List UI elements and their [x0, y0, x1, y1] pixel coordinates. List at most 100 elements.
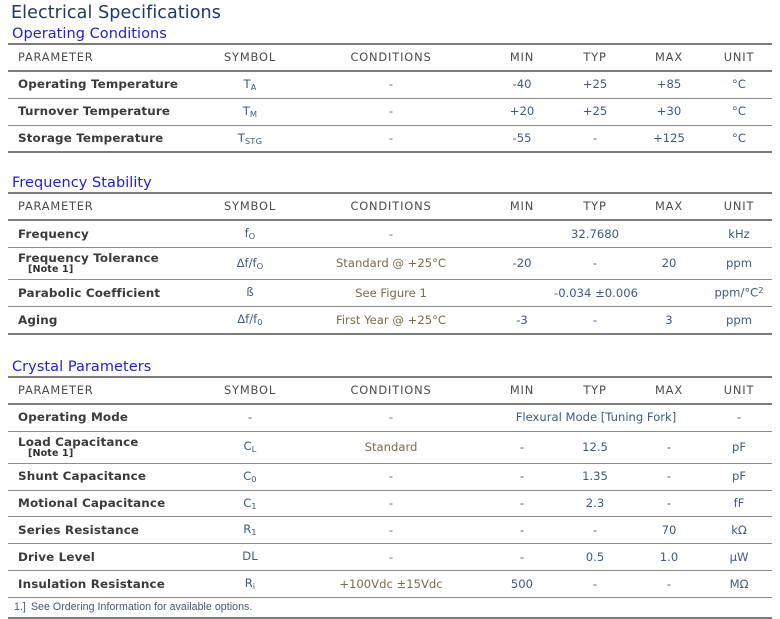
column-header-symbol: SYMBOL — [204, 375, 296, 405]
symbol-subscript: A — [250, 81, 257, 92]
column-header-conditions: CONDITIONS — [296, 375, 486, 405]
cell-symbol: Δf/f0 — [204, 306, 296, 335]
symbol-subscript: L — [251, 444, 257, 455]
cell-symbol: DL — [204, 543, 296, 572]
symbol-subscript: 1 — [251, 500, 257, 511]
cell-unit: °C — [706, 125, 772, 154]
symbol-base: R — [244, 576, 253, 591]
cell-symbol: ß — [204, 279, 296, 308]
cell-parameter: Turnover Temperature — [8, 98, 204, 126]
column-header-symbol: SYMBOL — [204, 43, 296, 72]
cell-max — [632, 220, 706, 249]
cell-conditions: - — [296, 543, 486, 572]
column-header-unit: UNIT — [706, 375, 772, 405]
column-header-min: MIN — [486, 43, 558, 72]
cell-unit: kΩ — [706, 516, 772, 545]
cell-unit: - — [706, 403, 772, 432]
cell-unit: °C — [706, 71, 772, 99]
symbol-base: T — [243, 77, 251, 91]
cell-parameter: Frequency — [8, 220, 204, 249]
cell-parameter: Frequency Tolerance [Note 1] — [8, 247, 204, 281]
cell-conditions: - — [296, 490, 486, 518]
cell-typ: - — [558, 125, 632, 154]
table-row: Series Resistance R1 - - - 70 kΩ — [8, 516, 772, 545]
cell-unit: fF — [706, 490, 772, 518]
table-row: Operating Temperature TA - -40 +25 +85 °… — [8, 71, 772, 99]
cell-conditions: - — [296, 98, 486, 126]
cell-typ: - — [558, 247, 632, 281]
column-header-max: MAX — [632, 375, 706, 405]
cell-parameter: Drive Level — [8, 543, 204, 572]
cell-conditions: - — [296, 71, 486, 99]
cell-min: - — [486, 490, 558, 518]
table-row: Frequency Tolerance [Note 1] Δf/fO Stand… — [8, 247, 772, 281]
cell-max: 20 — [632, 247, 706, 281]
cell-min: - — [486, 463, 558, 491]
cell-unit: °C — [706, 98, 772, 126]
table-row: Load Capacitance [Note 1] CL Standard - … — [8, 431, 772, 464]
cell-conditions: +100Vdc ±15Vdc — [296, 570, 486, 598]
cell-symbol: TA — [204, 71, 296, 99]
section-title-frequency-stability: Frequency Stability — [12, 175, 152, 192]
cell-unit: kHz — [706, 220, 772, 249]
table-row: Parabolic Coefficient ß See Figure 1 -0.… — [8, 279, 772, 308]
cell-symbol: CL — [204, 431, 296, 464]
cell-parameter: Shunt Capacitance — [8, 463, 204, 491]
column-header-parameter: PARAMETER — [8, 43, 204, 72]
cell-conditions: - — [296, 516, 486, 545]
cell-conditions: - — [296, 463, 486, 491]
table-row: Shunt Capacitance C0 - - 1.35 - pF — [8, 463, 772, 491]
section-crystal-parameters: Crystal Parameters PARAMETER SYMBOL COND… — [8, 359, 772, 619]
cell-symbol: - — [204, 403, 296, 432]
symbol-base: DL — [242, 549, 258, 564]
cell-typ: - — [558, 570, 632, 598]
cell-max: - — [632, 463, 706, 491]
cell-parameter: Storage Temperature — [8, 125, 204, 154]
cell-span-value: -0.034 ±0.006 — [486, 279, 706, 308]
cell-conditions: First Year @ +25°C — [296, 306, 486, 335]
cell-min: - — [486, 431, 558, 464]
table-row: Motional Capacitance C1 - - 2.3 - fF — [8, 490, 772, 518]
column-header-max: MAX — [632, 192, 706, 222]
cell-conditions: See Figure 1 — [296, 279, 486, 308]
table-operating-conditions: PARAMETER SYMBOL CONDITIONS MIN TYP MAX … — [8, 43, 772, 154]
symbol-subscript: 1 — [251, 527, 257, 538]
column-header-typ: TYP — [558, 375, 632, 405]
cell-min: -55 — [486, 125, 558, 154]
symbol-subscript: M — [249, 108, 258, 119]
cell-max: 70 — [632, 516, 706, 545]
cell-max: - — [632, 570, 706, 598]
column-header-typ: TYP — [558, 192, 632, 222]
column-header-conditions: CONDITIONS — [296, 43, 486, 72]
cell-typ: +25 — [558, 71, 632, 99]
section-title-crystal-parameters: Crystal Parameters — [12, 358, 152, 375]
symbol-subscript: O — [256, 260, 264, 271]
column-header-min: MIN — [486, 375, 558, 405]
column-header-unit: UNIT — [706, 192, 772, 222]
cell-symbol: TSTG — [204, 125, 296, 154]
cell-max: 1.0 — [632, 543, 706, 572]
cell-unit: pF — [706, 431, 772, 464]
cell-symbol: R1 — [204, 516, 296, 545]
cell-symbol: C0 — [204, 463, 296, 491]
section-operating-conditions: Operating Conditions PARAMETER SYMBOL CO… — [8, 26, 772, 154]
parameter-label: Frequency Tolerance — [18, 251, 159, 266]
symbol-subscript: 0 — [251, 473, 257, 484]
cell-parameter: Operating Mode — [8, 403, 204, 432]
table-row: Drive Level DL - - 0.5 1.0 μW — [8, 543, 772, 572]
table-header-row: PARAMETER SYMBOL CONDITIONS MIN TYP MAX … — [8, 192, 772, 222]
column-header-max: MAX — [632, 43, 706, 72]
cell-symbol: TM — [204, 98, 296, 126]
cell-parameter: Aging — [8, 306, 204, 335]
cell-typ: 12.5 — [558, 431, 632, 464]
table-crystal-parameters: PARAMETER SYMBOL CONDITIONS MIN TYP MAX … — [8, 375, 772, 619]
table-row: Storage Temperature TSTG - -55 - +125 °C — [8, 125, 772, 154]
cell-conditions: - — [296, 220, 486, 249]
cell-span-value: Flexural Mode [Tuning Fork] — [486, 403, 706, 432]
cell-symbol: C1 — [204, 490, 296, 518]
cell-typ: - — [558, 306, 632, 335]
cell-unit: pF — [706, 463, 772, 491]
datasheet-page: Electrical Specifications Operating Cond… — [0, 3, 780, 619]
